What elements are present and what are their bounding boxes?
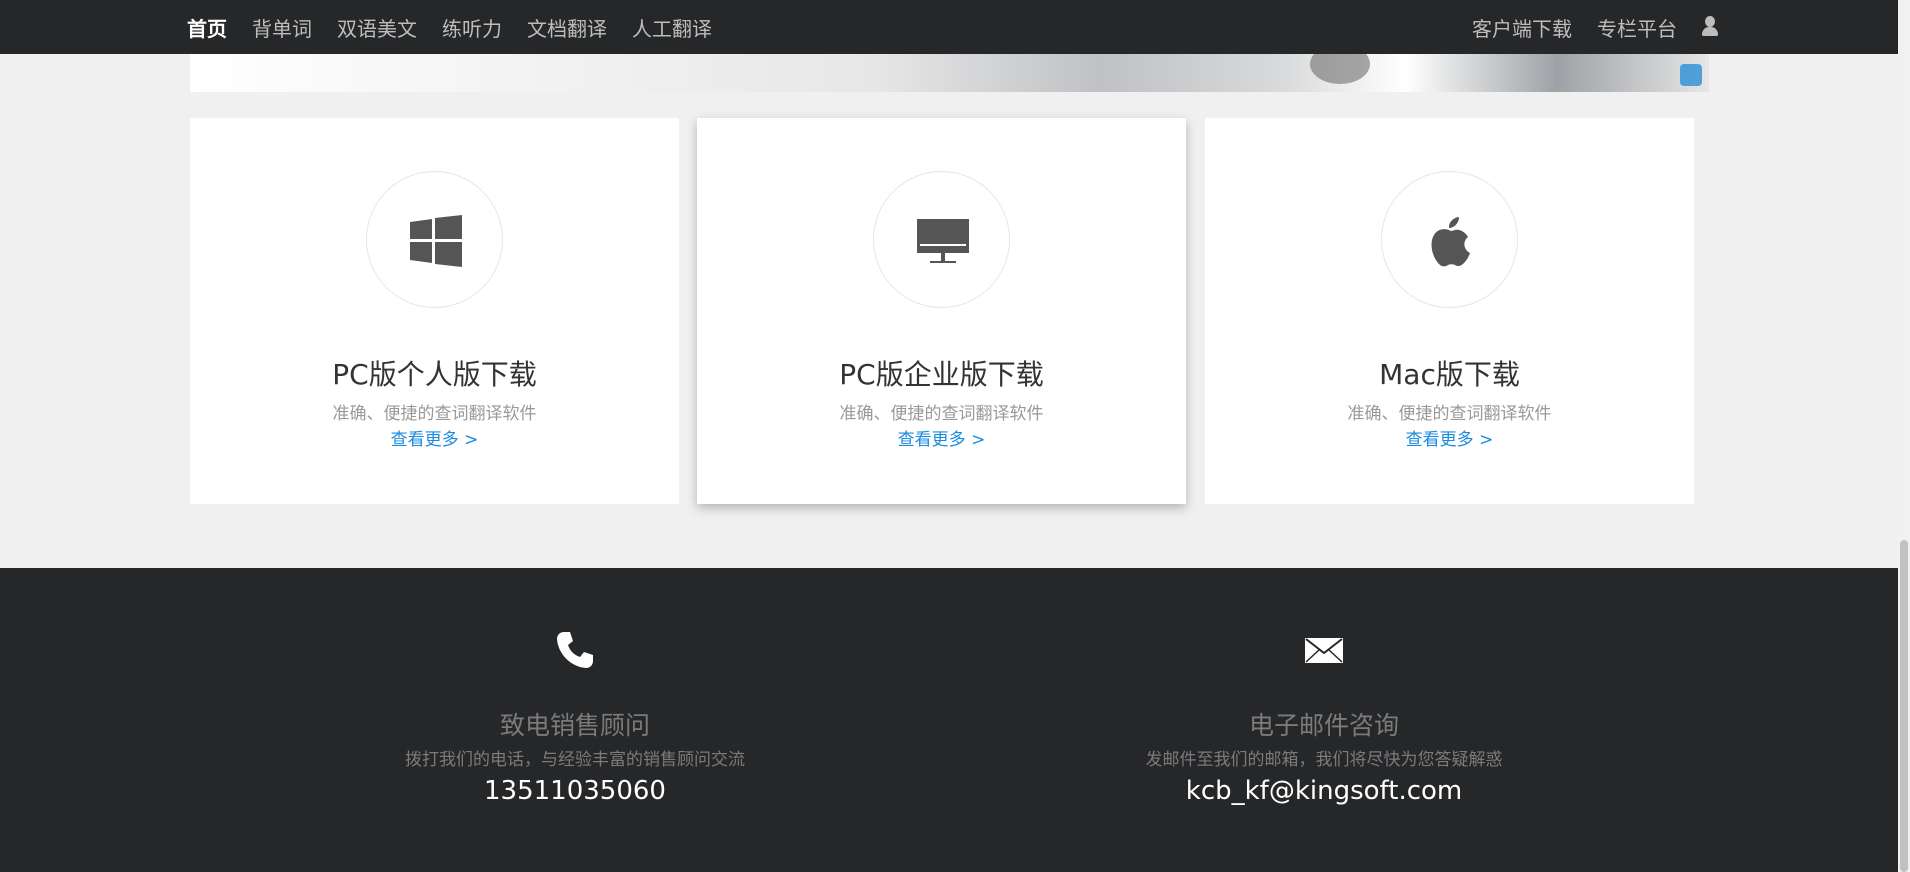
nav-item-human-translate[interactable]: 人工翻译 xyxy=(632,13,712,42)
nav-item-doc-translate[interactable]: 文档翻译 xyxy=(527,13,607,42)
icon-circle xyxy=(366,171,503,308)
nav-right-menu: 客户端下载 专栏平台 xyxy=(1447,0,1718,54)
footer-contact: 致电销售顾问 拨打我们的电话，与经验丰富的销售顾问交流 13511035060 … xyxy=(0,568,1898,872)
vertical-scrollbar[interactable] xyxy=(1898,0,1910,872)
top-navbar: 首页 背单词 双语美文 练听力 文档翻译 人工翻译 客户端下载 专栏平台 xyxy=(0,0,1898,54)
view-more-link[interactable]: 查看更多 > xyxy=(1205,425,1694,450)
contact-description: 拨打我们的电话，与经验丰富的销售顾问交流 xyxy=(405,750,745,770)
card-description: 准确、便捷的查词翻译软件 xyxy=(332,404,537,424)
view-more-link[interactable]: 查看更多 > xyxy=(190,425,679,450)
card-title: Mac版下载 xyxy=(1379,358,1520,391)
nav-item-listening[interactable]: 练听力 xyxy=(442,13,502,42)
card-pc-personal[interactable]: PC版个人版下载 准确、便捷的查词翻译软件 查看更多 > xyxy=(190,118,679,504)
card-title: PC版个人版下载 xyxy=(332,358,537,391)
windows-icon xyxy=(410,215,462,267)
phone-number[interactable]: 13511035060 xyxy=(325,776,825,806)
contact-title: 电子邮件咨询 xyxy=(1248,711,1399,740)
apple-icon xyxy=(1431,217,1470,267)
nav-item-column-platform[interactable]: 专栏平台 xyxy=(1597,13,1677,42)
card-description: 准确、便捷的查词翻译软件 xyxy=(839,404,1044,424)
phone-icon xyxy=(557,632,593,668)
email-address[interactable]: kcb_kf@kingsoft.com xyxy=(1074,776,1574,806)
contact-description: 发邮件至我们的邮箱，我们将尽快为您答疑解惑 xyxy=(1145,750,1503,770)
nav-item-vocabulary[interactable]: 背单词 xyxy=(252,13,312,42)
monitor-icon xyxy=(917,219,969,263)
scrollbar-thumb[interactable] xyxy=(1900,540,1908,872)
nav-item-home[interactable]: 首页 xyxy=(187,13,227,42)
nav-item-client-download[interactable]: 客户端下载 xyxy=(1472,13,1572,42)
banner-image xyxy=(190,54,1709,92)
user-icon[interactable] xyxy=(1702,16,1718,38)
card-description: 准确、便捷的查词翻译软件 xyxy=(1347,404,1552,424)
download-cards: PC版个人版下载 准确、便捷的查词翻译软件 查看更多 > PC版企业版下载 准确… xyxy=(190,118,1694,504)
card-pc-enterprise[interactable]: PC版企业版下载 准确、便捷的查词翻译软件 查看更多 > xyxy=(697,118,1186,504)
icon-circle xyxy=(1381,171,1518,308)
contact-title: 致电销售顾问 xyxy=(499,711,650,740)
card-title: PC版企业版下载 xyxy=(839,358,1044,391)
nav-item-bilingual-articles[interactable]: 双语美文 xyxy=(337,13,417,42)
card-mac[interactable]: Mac版下载 准确、便捷的查词翻译软件 查看更多 > xyxy=(1205,118,1694,504)
envelope-icon xyxy=(1305,638,1343,663)
icon-circle xyxy=(873,171,1010,308)
nav-left-menu: 首页 背单词 双语美文 练听力 文档翻译 人工翻译 xyxy=(187,0,737,54)
view-more-link[interactable]: 查看更多 > xyxy=(697,425,1186,450)
